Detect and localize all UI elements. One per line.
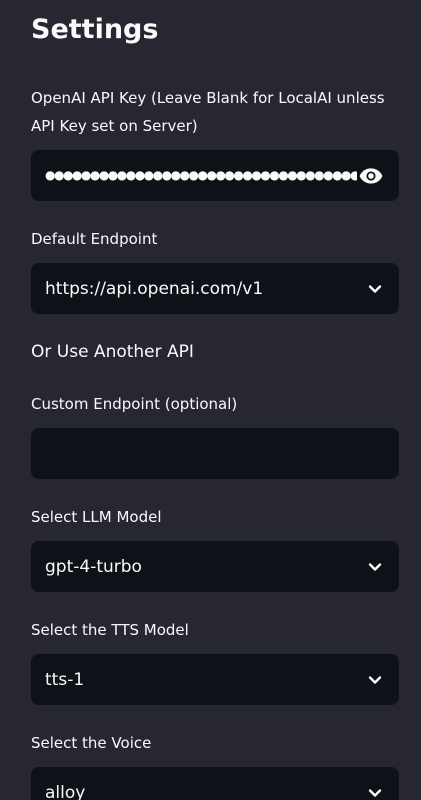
default-endpoint-value: https://api.openai.com/v1 [45,278,264,299]
llm-model-select[interactable]: gpt-4-turbo [31,541,399,592]
chevron-down-icon [365,670,385,690]
api-key-masked-value: ●●●●●●●●●●●●●●●●●●●●●●●●●●●●●●●●●●●●●●●●… [45,168,357,183]
voice-label: Select the Voice [31,734,152,752]
tts-model-label: Select the TTS Model [31,621,189,639]
api-key-input[interactable]: ●●●●●●●●●●●●●●●●●●●●●●●●●●●●●●●●●●●●●●●●… [31,150,399,201]
custom-endpoint-input[interactable] [31,428,399,479]
api-key-label: OpenAI API Key (Leave Blank for LocalAI … [31,89,385,135]
custom-endpoint-label: Custom Endpoint (optional) [31,395,238,413]
llm-model-value: gpt-4-turbo [45,556,142,577]
default-endpoint-label: Default Endpoint [31,230,158,248]
settings-sidebar: Settings OpenAI API Key (Leave Blank for… [0,0,421,800]
tts-model-value: tts-1 [45,669,85,690]
chevron-down-icon [365,279,385,299]
alt-api-heading: Or Use Another API [31,342,194,362]
chevron-down-icon [365,783,385,800]
tts-model-select[interactable]: tts-1 [31,654,399,705]
voice-value: alloy [45,782,86,800]
llm-model-label: Select LLM Model [31,508,162,526]
default-endpoint-select[interactable]: https://api.openai.com/v1 [31,263,399,314]
eye-icon[interactable] [357,162,385,190]
chevron-down-icon [365,557,385,577]
page-title: Settings [31,14,159,45]
voice-select[interactable]: alloy [31,767,399,800]
